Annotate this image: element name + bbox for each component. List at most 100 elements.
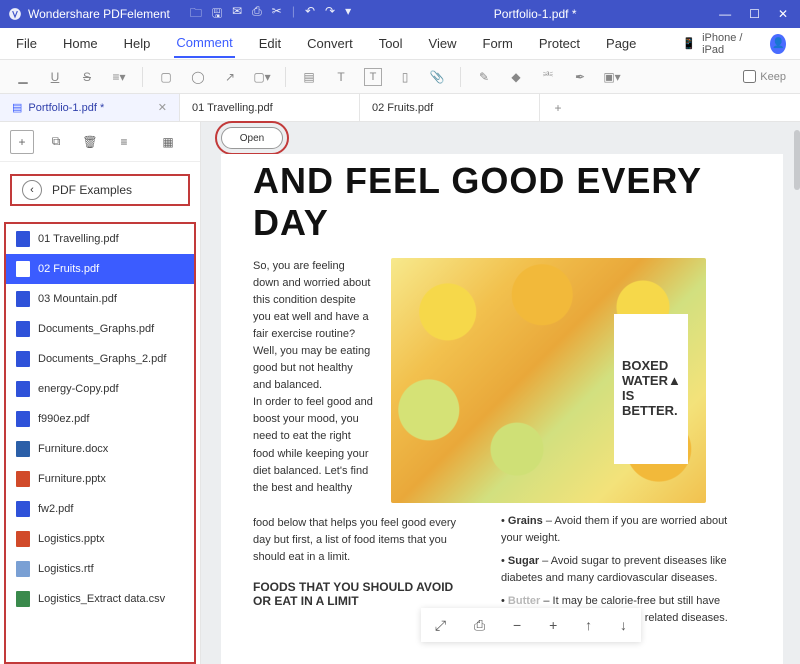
keep-checkbox[interactable]: [743, 70, 756, 83]
tab-fruits[interactable]: 02 Fruits.pdf: [360, 94, 540, 121]
menu-home[interactable]: Home: [61, 30, 100, 57]
paragraph: So, you are feeling down and worried abo…: [253, 258, 373, 394]
oval-tool-icon[interactable]: ◯: [189, 68, 207, 86]
scrollbar[interactable]: [793, 122, 800, 664]
tab-travelling[interactable]: 01 Travelling.pdf: [180, 94, 360, 121]
zoom-in-icon[interactable]: +: [549, 617, 557, 633]
breadcrumb-back-button[interactable]: ‹: [22, 180, 42, 200]
file-name-label: Logistics.rtf: [38, 563, 94, 575]
list-item[interactable]: 03 Mountain.pdf: [6, 284, 194, 314]
list-item[interactable]: Logistics.rtf: [6, 554, 194, 584]
file-list[interactable]: 01 Travelling.pdf 02 Fruits.pdf03 Mountai…: [6, 224, 194, 662]
text-tool-icon[interactable]: T: [332, 68, 350, 86]
bullet-item: • Sugar – Avoid sugar to prevent disease…: [501, 553, 751, 587]
menu-help[interactable]: Help: [122, 30, 153, 57]
rectangle-tool-icon[interactable]: ▢: [157, 68, 175, 86]
pdf-icon: [16, 321, 30, 337]
scroll-thumb[interactable]: [794, 130, 800, 190]
document-page: AND FEEL GOOD EVERY DAY So, you are feel…: [221, 154, 783, 664]
document-tabs: ▤ Portfolio-1.pdf * ✕ 01 Travelling.pdf …: [0, 94, 800, 122]
hero-image: BOXED WATER▲ IS BETTER.: [391, 258, 706, 503]
note-tool-icon[interactable]: ▤: [300, 68, 318, 86]
pdf-icon: [16, 501, 30, 517]
highlight-tool-icon[interactable]: ▁: [14, 68, 32, 86]
prev-page-icon[interactable]: ↑: [585, 617, 592, 633]
pdf-icon: ▤: [12, 101, 22, 114]
tab-label: 02 Fruits.pdf: [372, 102, 433, 114]
menu-page[interactable]: Page: [604, 30, 638, 57]
grid-view-icon[interactable]: ▦: [156, 130, 180, 154]
subheading: FOODS THAT YOU SHOULD AVOID OR EAT IN A …: [253, 580, 463, 608]
open-folder-icon[interactable]: 🗀: [190, 4, 202, 25]
delete-button[interactable]: 🗑: [78, 130, 102, 154]
attachment-tool-icon[interactable]: 📎: [428, 68, 446, 86]
tab-portfolio[interactable]: ▤ Portfolio-1.pdf * ✕: [0, 94, 180, 121]
print-icon[interactable]: ⎙: [474, 617, 485, 634]
pptx-icon: [16, 531, 30, 547]
list-view-icon[interactable]: ≡: [112, 130, 136, 154]
shape-dropdown-icon[interactable]: ▢▾: [253, 68, 271, 86]
comment-toolbar: ▁ U S ≡▾ ▢ ◯ ↗ ▢▾ ▤ T T ▯ 📎 ✎ ◆ ⎃ ✒ ▣▾ K…: [0, 60, 800, 94]
menu-view[interactable]: View: [427, 30, 459, 57]
redo-icon[interactable]: ↷: [325, 4, 335, 25]
textbox-tool-icon[interactable]: T: [364, 68, 382, 86]
stamp-tool-icon[interactable]: ⎃: [539, 68, 557, 86]
list-item[interactable]: 01 Travelling.pdf: [6, 224, 194, 254]
user-avatar[interactable]: 👤: [770, 34, 786, 54]
print-icon[interactable]: ⎙: [252, 4, 262, 25]
extract-button[interactable]: ⧉: [44, 130, 68, 154]
caret-tool-icon[interactable]: ≡▾: [110, 68, 128, 86]
menu-file[interactable]: File: [14, 30, 39, 57]
pencil-tool-icon[interactable]: ✎: [475, 68, 493, 86]
stamp-dropdown-icon[interactable]: ▣▾: [603, 68, 621, 86]
add-file-button[interactable]: +: [10, 130, 34, 154]
share-icon[interactable]: ✂: [272, 4, 282, 25]
dropdown-icon[interactable]: ▾: [345, 4, 351, 25]
menu-tool[interactable]: Tool: [377, 30, 405, 57]
list-item[interactable]: Logistics_Extract data.csv: [6, 584, 194, 614]
close-tab-icon[interactable]: ✕: [158, 101, 167, 114]
menu-edit[interactable]: Edit: [257, 30, 283, 57]
file-name-label: Documents_Graphs.pdf: [38, 323, 154, 335]
save-icon[interactable]: 🖫: [212, 4, 222, 25]
device-switch[interactable]: 📱 iPhone / iPad: [682, 32, 748, 56]
body-column-left: So, you are feeling down and worried abo…: [253, 258, 373, 503]
menu-comment[interactable]: Comment: [174, 29, 234, 58]
menu-form[interactable]: Form: [481, 30, 515, 57]
fit-page-icon[interactable]: ⤢: [435, 617, 446, 634]
file-name-label: Logistics_Extract data.csv: [38, 593, 165, 605]
app-name-text: Wondershare PDFelement: [28, 7, 170, 21]
close-button[interactable]: ✕: [778, 7, 788, 21]
zoom-out-icon[interactable]: −: [513, 617, 521, 633]
menu-protect[interactable]: Protect: [537, 30, 582, 57]
minimize-button[interactable]: —: [719, 7, 731, 21]
signature-tool-icon[interactable]: ✒: [571, 68, 589, 86]
titlebar: Wondershare PDFelement 🗀 🖫 ✉ ⎙ ✂ | ↶ ↷ ▾…: [0, 0, 800, 28]
mail-icon[interactable]: ✉: [232, 4, 242, 25]
strikethrough-tool-icon[interactable]: S: [78, 68, 96, 86]
list-item[interactable]: Logistics.pptx: [6, 524, 194, 554]
new-tab-button[interactable]: +: [540, 94, 576, 121]
list-item[interactable]: Furniture.docx: [6, 434, 194, 464]
underline-tool-icon[interactable]: U: [46, 68, 64, 86]
rtf-icon: [16, 561, 30, 577]
list-item[interactable]: Documents_Graphs_2.pdf: [6, 344, 194, 374]
list-item[interactable]: f990ez.pdf: [6, 404, 194, 434]
paragraph: In order to feel good and boost your moo…: [253, 394, 373, 496]
list-item[interactable]: 02 Fruits.pdf: [6, 254, 194, 284]
page-title: AND FEEL GOOD EVERY DAY: [253, 160, 751, 244]
list-item[interactable]: Furniture.pptx: [6, 464, 194, 494]
next-page-icon[interactable]: ↓: [620, 617, 627, 633]
eraser-tool-icon[interactable]: ◆: [507, 68, 525, 86]
area-highlight-icon[interactable]: ▯: [396, 68, 414, 86]
list-item[interactable]: Documents_Graphs.pdf: [6, 314, 194, 344]
list-item[interactable]: energy-Copy.pdf: [6, 374, 194, 404]
undo-icon[interactable]: ↶: [305, 4, 315, 25]
menu-convert[interactable]: Convert: [305, 30, 355, 57]
maximize-button[interactable]: ☐: [749, 7, 760, 21]
list-item[interactable]: fw2.pdf: [6, 494, 194, 524]
open-button[interactable]: Open: [221, 127, 283, 149]
file-name-label: 01 Travelling.pdf: [38, 233, 119, 245]
keep-tool-selected[interactable]: Keep: [743, 70, 786, 83]
arrow-tool-icon[interactable]: ↗: [221, 68, 239, 86]
